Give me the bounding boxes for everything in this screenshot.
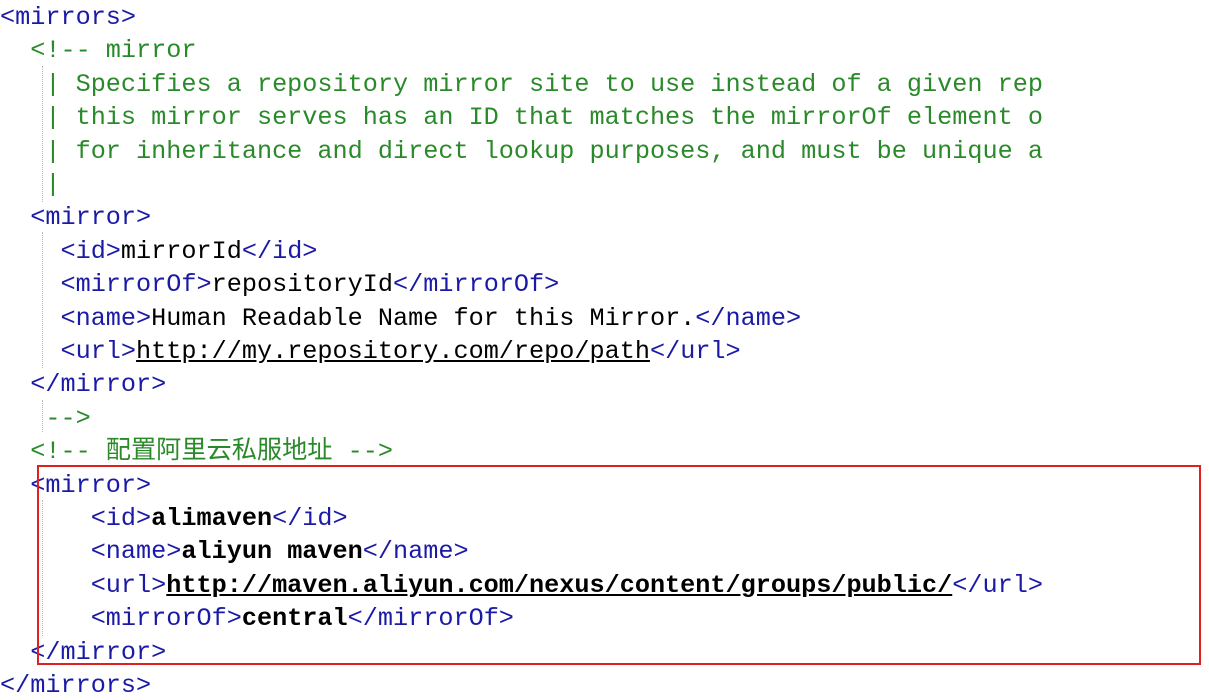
code-token: <!-- mirror (0, 36, 197, 66)
code-token: </name> (695, 303, 802, 333)
code-token: </mirrorOf> (393, 270, 560, 300)
code-line: <url>http://my.repository.com/repo/path<… (0, 335, 1209, 368)
code-line: | for inheritance and direct lookup purp… (0, 135, 1209, 168)
code-token: --> (0, 403, 91, 433)
code-token: <url> (0, 337, 137, 366)
code-token: <name> (0, 303, 152, 333)
code-line: <mirror> (0, 201, 1209, 234)
code-line: | (0, 168, 1209, 201)
code-line: | this mirror serves has an ID that matc… (0, 101, 1209, 134)
code-token: </id> (241, 236, 318, 266)
code-line: </mirror> (0, 368, 1209, 401)
code-token: mirrorId (120, 236, 242, 266)
code-token: Human Readable Name for this Mirror. (151, 303, 696, 333)
code-line: </mirrors> (0, 669, 1209, 700)
code-token: </mirrors> (0, 671, 152, 700)
code-line: <id>mirrorId</id> (0, 235, 1209, 268)
code-line: <name>Human Readable Name for this Mirro… (0, 302, 1209, 335)
code-token: </url> (649, 337, 741, 366)
code-token: <mirrors> (0, 3, 137, 32)
code-editor[interactable]: <mirrors> <!-- mirror | Specifies a repo… (0, 0, 1209, 700)
code-line: <!-- mirror (0, 34, 1209, 67)
code-line: <!-- 配置阿里云私服地址 --> (0, 435, 1209, 468)
code-token: repositoryId (211, 270, 394, 300)
code-token: | (0, 170, 61, 199)
code-line: <mirrorOf>repositoryId</mirrorOf> (0, 268, 1209, 301)
code-token: <!-- 配置阿里云私服地址 --> (0, 437, 393, 467)
code-token: <id> (0, 236, 121, 266)
code-token: | for inheritance and direct lookup purp… (0, 136, 1043, 166)
code-line: <mirrors> (0, 1, 1209, 34)
highlight-box-aliyun-mirror (37, 465, 1201, 665)
code-token: http://my.repository.com/repo/path (136, 337, 650, 366)
code-token: </mirror> (0, 370, 167, 400)
code-line: | Specifies a repository mirror site to … (0, 68, 1209, 101)
code-token: | this mirror serves has an ID that matc… (0, 103, 1043, 133)
code-token: | Specifies a repository mirror site to … (0, 69, 1043, 99)
code-line: --> (0, 402, 1209, 435)
code-token: <mirrorOf> (0, 270, 212, 300)
code-token: <mirror> (0, 203, 152, 233)
